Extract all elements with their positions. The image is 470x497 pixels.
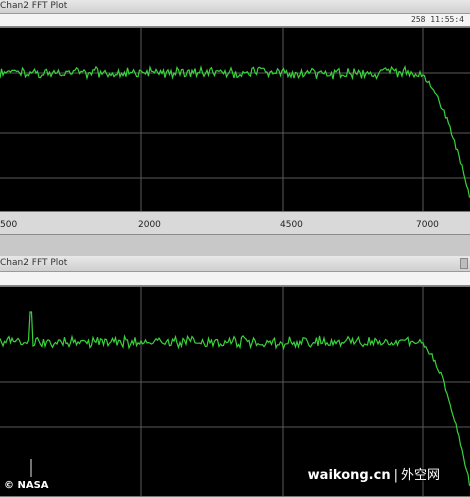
status-readout: 258 11:55:4 (411, 15, 464, 24)
grid-lines (0, 28, 470, 211)
watermark-cn: 外空网 (400, 468, 440, 483)
x-tick-label: 7000 (416, 220, 439, 230)
panel-title: Chan2 FFT Plot (0, 258, 68, 268)
watermark-site: waikong.cn (307, 468, 391, 483)
image-credit: © NASA (4, 480, 49, 491)
status-bar (0, 272, 470, 286)
watermark-separator: | (393, 468, 398, 483)
fft-panel-top: Chan2 FFT Plot 258 11:55:4 500 2000 4500… (0, 0, 470, 250)
status-bar: 258 11:55:4 (0, 14, 470, 27)
x-tick-label: 500 (0, 220, 18, 230)
panel-title: Chan2 FFT Plot (0, 1, 68, 11)
fft-plot-area (0, 27, 470, 212)
site-watermark: waikong.cn | 外空网 (308, 464, 440, 483)
x-tick-label: 4500 (280, 220, 303, 230)
x-tick-label: 2000 (138, 220, 161, 230)
fft-panel-bottom: Chan2 FFT Plot (0, 256, 470, 497)
fft-plot-top-svg (0, 28, 470, 211)
fft-trace-bottom (0, 311, 470, 486)
x-axis: 500 2000 4500 7000 (0, 212, 470, 235)
panel-title-bar: Chan2 FFT Plot (0, 256, 470, 272)
window-control-button[interactable] (460, 258, 468, 269)
panel-title-bar: Chan2 FFT Plot (0, 0, 470, 14)
